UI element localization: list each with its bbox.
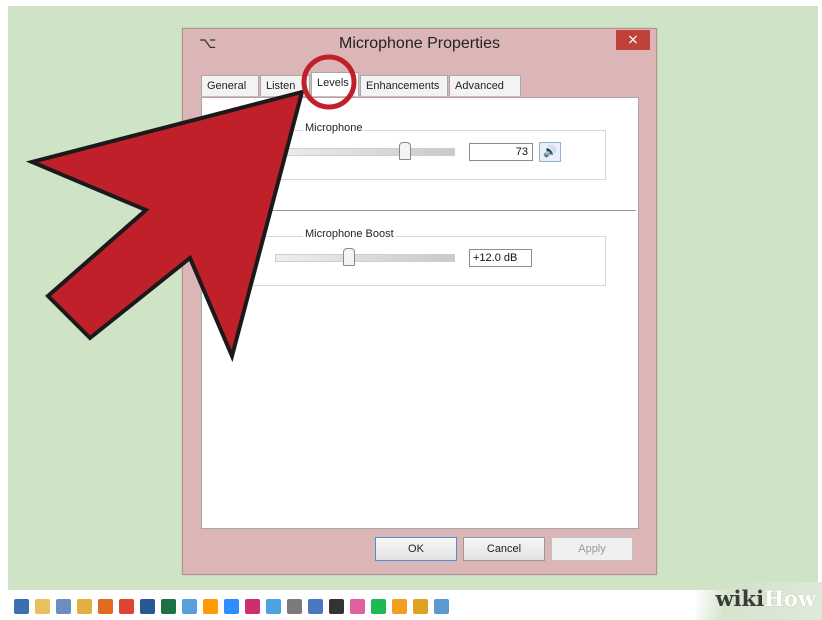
indesign-icon[interactable] — [245, 598, 260, 614]
folder-icon[interactable] — [77, 598, 92, 614]
photoshop-icon[interactable] — [224, 598, 239, 614]
app-icon[interactable] — [413, 598, 428, 614]
wikihow-watermark: wikiHow — [696, 582, 822, 620]
highlight-circle — [301, 54, 357, 110]
app-icon[interactable] — [287, 598, 302, 614]
app-icon[interactable] — [329, 598, 344, 614]
start-icon[interactable] — [14, 598, 29, 614]
itunes-icon[interactable] — [350, 598, 365, 614]
firefox-icon[interactable] — [98, 598, 113, 614]
wikihow-logo: wikiHow — [715, 586, 816, 611]
app-icon[interactable] — [308, 598, 323, 614]
file-explorer-icon[interactable] — [35, 598, 50, 614]
app-icon[interactable] — [434, 598, 449, 614]
word-icon[interactable] — [140, 598, 155, 614]
illustrator-icon[interactable] — [203, 598, 218, 614]
chrome-icon[interactable] — [119, 598, 134, 614]
app-icon[interactable] — [392, 598, 407, 614]
spotify-icon[interactable] — [371, 598, 386, 614]
app-icon[interactable] — [182, 598, 197, 614]
red-arrow-shape — [25, 89, 305, 363]
annotation-overlay — [25, 54, 357, 363]
excel-icon[interactable] — [161, 598, 176, 614]
app-icon[interactable] — [56, 598, 71, 614]
lightroom-icon[interactable] — [266, 598, 281, 614]
